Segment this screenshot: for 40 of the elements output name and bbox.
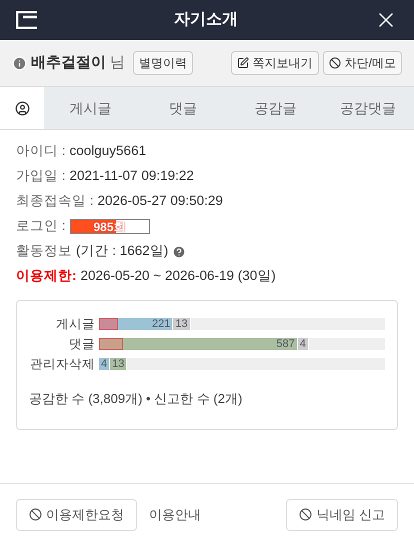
nickname: 배추겉절이 bbox=[31, 52, 106, 73]
bar-segment: 4 bbox=[298, 338, 309, 350]
block-memo-button[interactable]: 차단/메모 bbox=[322, 51, 402, 75]
edit-icon bbox=[236, 57, 249, 69]
info-label: 아이디 : bbox=[16, 142, 66, 160]
activity-summary: 공감한 수 (3,809개) • 신고한 수 (2개) bbox=[29, 390, 244, 408]
info-value: 2026-05-27 09:50:29 bbox=[98, 192, 223, 210]
bar-label: 댓글 bbox=[68, 336, 95, 353]
user-icon bbox=[14, 100, 30, 116]
tab[interactable]: 공감글 bbox=[229, 87, 322, 129]
nickname-suffix: 님 bbox=[110, 52, 125, 73]
bar-label: 게시글 bbox=[55, 316, 95, 333]
back-icon[interactable] bbox=[16, 11, 38, 29]
info-label: 가입일 : bbox=[16, 167, 66, 186]
restriction-period: 2026-05-20 ~ 2026-06-19 (30일) bbox=[80, 267, 276, 286]
info-value: (기간 : 1662일) bbox=[76, 242, 168, 260]
tab[interactable]: 댓글 bbox=[136, 87, 229, 129]
ban-icon bbox=[328, 57, 341, 69]
bar-label: 관리자삭제 bbox=[29, 356, 95, 373]
bar-segment: 13 bbox=[173, 318, 191, 330]
ban-icon bbox=[29, 508, 42, 521]
window-title: 자기소개 bbox=[174, 10, 238, 30]
help-icon[interactable] bbox=[172, 244, 186, 258]
info-label: 최종접속일 : bbox=[16, 192, 94, 210]
report-nickname-button[interactable]: 닉네임 신고 bbox=[286, 498, 398, 530]
bar-segment: 4 bbox=[99, 358, 110, 370]
nickname-history-button[interactable]: 별명이력 bbox=[133, 51, 193, 75]
info-icon bbox=[12, 56, 27, 70]
usage-guide-link[interactable]: 이용안내 bbox=[149, 504, 201, 524]
info-label: 로그인 : bbox=[16, 217, 66, 236]
restriction-request-button[interactable]: 이용제한요청 bbox=[16, 498, 137, 530]
info-label: 활동정보 bbox=[16, 242, 72, 260]
info-value: 2021-11-07 09:19:22 bbox=[70, 167, 194, 186]
restriction-label: 이용제한: bbox=[16, 267, 76, 286]
tab[interactable]: 게시글 bbox=[44, 87, 136, 129]
bar-segment: 13 bbox=[110, 358, 128, 370]
info-value: coolguy5661 bbox=[70, 142, 146, 160]
send-message-button[interactable]: 쪽지보내기 bbox=[230, 51, 319, 75]
tab[interactable]: 공감댓글 bbox=[322, 87, 414, 129]
ban-icon bbox=[299, 508, 312, 521]
